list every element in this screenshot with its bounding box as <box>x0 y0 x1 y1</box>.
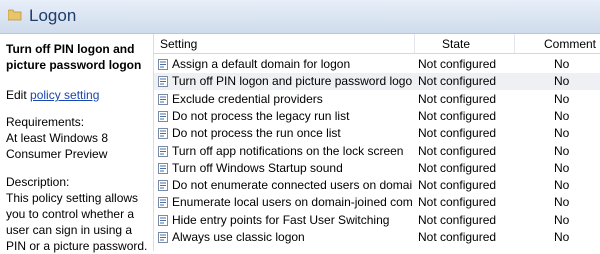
setting-state: Not configured <box>418 108 497 123</box>
setting-state: Not configured <box>418 126 497 141</box>
policy-setting-icon <box>158 197 168 209</box>
column-separator[interactable] <box>414 34 415 53</box>
requirements-text: At least Windows 8 Consumer Preview <box>6 131 109 161</box>
edit-line: Edit policy setting <box>6 87 151 103</box>
policy-setting-icon <box>158 93 168 105</box>
setting-state: Not configured <box>418 212 497 227</box>
policy-setting-icon <box>158 59 168 70</box>
table-row[interactable]: Turn off app notifications on the lock s… <box>154 143 600 160</box>
policy-setting-icon <box>158 145 168 157</box>
table-row[interactable]: Always use classic logon Not configured No <box>154 229 600 246</box>
setting-name: Hide entry points for Fast User Switchin… <box>172 212 390 227</box>
table-row[interactable]: Hide entry points for Fast User Switchin… <box>154 212 600 229</box>
table-row[interactable]: Do not process the run once list Not conf… <box>154 125 600 142</box>
setting-name: Do not process the legacy run list <box>172 108 350 123</box>
setting-name: Enumerate local users on domain-joined c… <box>172 195 412 210</box>
setting-name: Turn off Windows Startup sound <box>172 160 343 175</box>
folder-icon <box>8 9 22 21</box>
setting-state: Not configured <box>418 57 497 71</box>
policy-setting-icon <box>158 110 168 122</box>
policy-title: Turn off PIN logon and picture password … <box>6 42 142 72</box>
setting-comment: No <box>554 126 570 141</box>
setting-state: Not configured <box>418 195 497 210</box>
setting-comment: No <box>554 212 570 227</box>
page-title: Logon <box>29 6 77 25</box>
setting-name: Do not process the run once list <box>172 126 341 141</box>
edit-prefix: Edit <box>6 88 31 102</box>
setting-state: Not configured <box>418 230 497 244</box>
table-row[interactable]: Turn off PIN logon and picture password … <box>154 73 600 91</box>
table-row[interactable]: Do not enumerate connected users on doma… <box>154 177 600 194</box>
column-separator[interactable] <box>514 34 515 53</box>
settings-list: Setting State Comment Assign a default d… <box>154 34 600 251</box>
setting-comment: No <box>554 230 570 244</box>
column-header-state[interactable]: State <box>442 37 470 51</box>
policy-setting-icon <box>158 128 168 140</box>
setting-comment: No <box>554 57 570 71</box>
policy-setting-icon <box>158 162 168 174</box>
policy-setting-icon <box>158 76 168 88</box>
setting-state: Not configured <box>418 74 497 89</box>
setting-state: Not configured <box>418 91 497 106</box>
policy-setting-icon <box>158 232 168 243</box>
requirements-label: Requirements: <box>6 115 85 129</box>
table-row[interactable]: Exclude credential providers Not configur… <box>154 91 600 108</box>
policy-setting-icon <box>158 180 168 192</box>
setting-comment: No <box>554 74 570 89</box>
description-pane: Turn off PIN logon and picture password … <box>0 34 153 253</box>
setting-comment: No <box>554 195 570 210</box>
setting-comment: No <box>554 160 570 175</box>
setting-name: Turn off PIN logon and picture password … <box>172 74 412 89</box>
setting-name: Do not enumerate connected users on doma… <box>172 178 412 193</box>
policy-setting-icon <box>158 214 168 226</box>
setting-state: Not configured <box>418 160 497 175</box>
setting-state: Not configured <box>418 143 497 158</box>
column-header-row: Setting State Comment <box>154 34 600 54</box>
column-header-comment[interactable]: Comment <box>544 37 596 51</box>
setting-name: Always use classic logon <box>172 230 305 244</box>
column-header-setting[interactable]: Setting <box>160 37 197 51</box>
table-row[interactable]: Turn off Windows Startup sound Not config… <box>154 160 600 177</box>
setting-name: Turn off app notifications on the lock s… <box>172 143 404 158</box>
setting-comment: No <box>554 108 570 123</box>
table-row[interactable]: Assign a default domain for logon Not con… <box>154 56 600 73</box>
setting-name: Exclude credential providers <box>172 91 323 106</box>
setting-comment: No <box>554 143 570 158</box>
description-label: Description: <box>6 175 70 189</box>
setting-comment: No <box>554 91 570 106</box>
setting-state: Not configured <box>418 178 497 193</box>
table-row[interactable]: Enumerate local users on domain-joined c… <box>154 194 600 211</box>
setting-name: Assign a default domain for logon <box>172 57 351 71</box>
edit-policy-setting-link[interactable]: policy setting <box>30 88 99 102</box>
table-row[interactable]: Do not process the legacy run list Not co… <box>154 108 600 125</box>
title-bar: Logon <box>0 0 600 34</box>
setting-comment: No <box>554 178 570 193</box>
description-text: This policy setting allows you to contro… <box>6 191 148 253</box>
